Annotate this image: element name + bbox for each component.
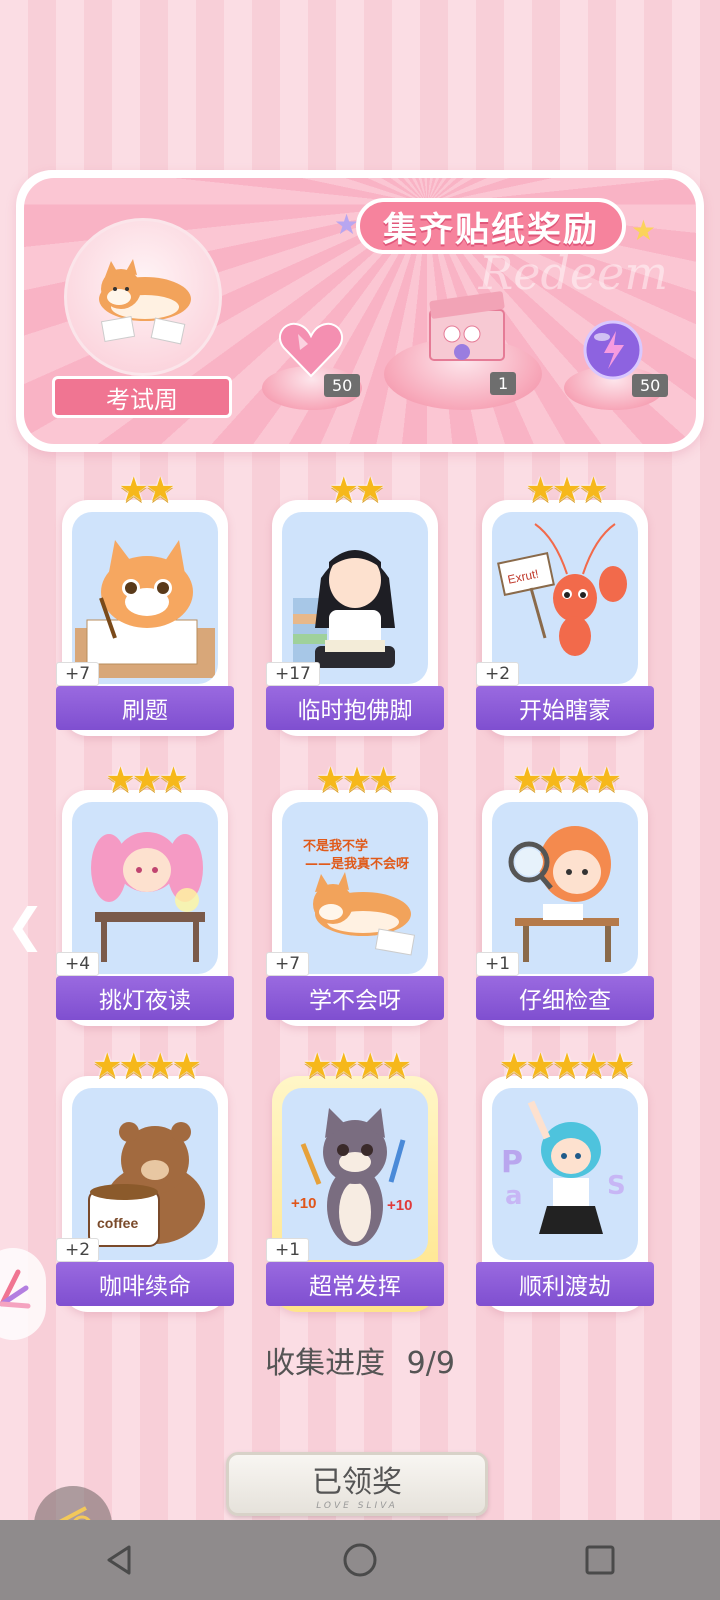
card-label: 开始瞎蒙 bbox=[476, 686, 654, 730]
reward-count: 50 bbox=[324, 374, 361, 397]
card-label: 挑灯夜读 bbox=[56, 976, 234, 1020]
card-label: 超常发挥 bbox=[266, 1262, 444, 1306]
card-label: 刷题 bbox=[56, 686, 234, 730]
count-badge: +7 bbox=[56, 662, 100, 686]
fan-icon bbox=[0, 1269, 31, 1309]
grey-cat-illustration: +10 +10 bbox=[282, 1088, 428, 1260]
count-badge: +2 bbox=[476, 662, 520, 686]
sticker-card[interactable]: ★★★★ +1 仔细检查 bbox=[476, 760, 654, 1026]
bonus-text: +10 bbox=[387, 1197, 412, 1214]
nav-recents-button[interactable] bbox=[570, 1530, 630, 1590]
girl-reading-illustration bbox=[282, 512, 428, 684]
rating-stars-icon: ★★★ bbox=[525, 470, 608, 510]
rating-stars-icon: ★★★★ bbox=[302, 1046, 412, 1086]
count-badge: +4 bbox=[56, 952, 100, 976]
count-badge: +1 bbox=[266, 1238, 310, 1262]
card-label: 仔细检查 bbox=[476, 976, 654, 1020]
shiba-icon bbox=[99, 259, 191, 345]
card-label: 学不会呀 bbox=[266, 976, 444, 1020]
sticker-card[interactable]: ★★★★★ Pa S 顺利渡劫 bbox=[476, 1046, 654, 1312]
reward-banner: Redeem ★ ★ 集齐贴纸奖励 考试周 50 1 50 bbox=[16, 170, 704, 452]
bonus-text: +10 bbox=[291, 1195, 316, 1212]
progress-value: 9/9 bbox=[406, 1346, 455, 1381]
claimed-button[interactable]: 已领奖 LOVE SLIVA bbox=[226, 1452, 488, 1516]
nav-home-button[interactable] bbox=[330, 1530, 390, 1590]
heart-gem-icon bbox=[276, 318, 346, 382]
bear-coffee-illustration: coffee bbox=[72, 1088, 218, 1260]
orange-girl-illustration bbox=[492, 802, 638, 974]
count-badge: +2 bbox=[56, 1238, 100, 1262]
progress-label: 收集进度 bbox=[265, 1346, 386, 1381]
count-badge: +7 bbox=[266, 952, 310, 976]
rating-stars-icon: ★★★★★ bbox=[498, 1046, 635, 1086]
recents-square-icon bbox=[585, 1545, 615, 1575]
nav-back-button[interactable] bbox=[90, 1530, 150, 1590]
claimed-button-label: 已领奖 bbox=[312, 1465, 402, 1500]
sticker-card[interactable]: ★★★★ +10 +10 +1 超常发挥 bbox=[266, 1046, 444, 1312]
card-label: 临时抱佛脚 bbox=[266, 686, 444, 730]
card-label: 顺利渡劫 bbox=[476, 1262, 654, 1306]
sticker-card[interactable]: ★★★ Exrut! +2 开始瞎蒙 bbox=[476, 470, 654, 736]
bubble-letters-icon: P bbox=[501, 1145, 523, 1180]
sticker-card[interactable]: ★★ +17 临时抱佛脚 bbox=[266, 470, 444, 736]
sticker-card[interactable]: ★★ +7 刷题 bbox=[56, 470, 234, 736]
reward-count: 50 bbox=[632, 374, 669, 397]
count-badge: +1 bbox=[476, 952, 520, 976]
gift-box-icon bbox=[422, 290, 512, 368]
star-decoration-icon: ★ bbox=[630, 214, 656, 247]
system-navigation-bar bbox=[0, 1520, 720, 1600]
blue-girl-illustration: Pa S bbox=[492, 1088, 638, 1260]
cat-writing-illustration bbox=[72, 512, 218, 684]
count-badge: +17 bbox=[266, 662, 320, 686]
cup-label: coffee bbox=[97, 1215, 138, 1231]
sticker-card[interactable]: ★★★ +4 挑灯夜读 bbox=[56, 760, 234, 1026]
purple-orb-icon bbox=[578, 318, 648, 382]
bubble-letters-icon: a bbox=[505, 1181, 523, 1211]
bubble-letters-icon: S bbox=[607, 1171, 626, 1201]
rating-stars-icon: ★★★ bbox=[315, 760, 398, 800]
shiba-illustration: 不是我不学 ——是我真不会呀 bbox=[282, 802, 428, 974]
collection-progress: 收集进度 9/9 bbox=[0, 1338, 720, 1382]
topic-ribbon: 考试周 bbox=[52, 376, 232, 418]
side-float-button[interactable] bbox=[0, 1248, 46, 1340]
card-label: 咖啡续命 bbox=[56, 1262, 234, 1306]
home-circle-icon bbox=[343, 1543, 377, 1577]
shiba-avatar bbox=[64, 218, 222, 376]
banner-title: 集齐贴纸奖励 bbox=[383, 209, 599, 250]
back-triangle-icon bbox=[107, 1545, 131, 1575]
reward-count: 1 bbox=[490, 372, 517, 395]
rating-stars-icon: ★★★ bbox=[105, 760, 188, 800]
rating-stars-icon: ★★★★ bbox=[92, 1046, 202, 1086]
sticker-card[interactable]: ★★★ 不是我不学 ——是我真不会呀 +7 学不会呀 bbox=[266, 760, 444, 1026]
pink-girl-illustration bbox=[72, 802, 218, 974]
rating-stars-icon: ★★ bbox=[118, 470, 176, 510]
previous-arrow-icon[interactable]: ❮ bbox=[6, 898, 45, 952]
rating-stars-icon: ★★ bbox=[328, 470, 386, 510]
banner-background: Redeem ★ ★ 集齐贴纸奖励 考试周 50 1 50 bbox=[24, 178, 696, 444]
rating-stars-icon: ★★★★ bbox=[512, 760, 622, 800]
sticker-caption: 不是我不学 bbox=[303, 838, 368, 854]
banner-title-box: 集齐贴纸奖励 bbox=[356, 198, 626, 254]
sticker-card[interactable]: ★★★★ coffee +2 咖啡续命 bbox=[56, 1046, 234, 1312]
sticker-caption: ——是我真不会呀 bbox=[305, 856, 409, 872]
claimed-button-sub: LOVE SLIVA bbox=[316, 1501, 398, 1511]
lobster-illustration: Exrut! bbox=[492, 512, 638, 684]
